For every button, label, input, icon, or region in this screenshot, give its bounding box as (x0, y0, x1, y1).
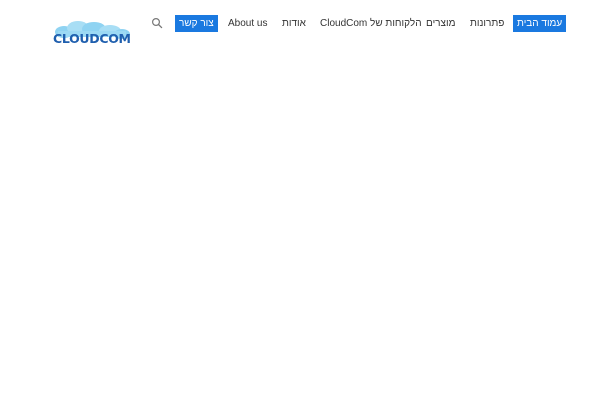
search-icon (151, 17, 163, 29)
nav-about-hebrew[interactable]: אודות (282, 15, 306, 32)
nav-home-button[interactable]: עמוד הבית (513, 15, 567, 32)
nav-solutions[interactable]: פתרונות (470, 15, 504, 32)
nav-contact-button[interactable]: צור קשר (175, 15, 218, 32)
search-button[interactable] (151, 17, 163, 29)
cloudcom-logo[interactable]: CLOUDCOM (52, 21, 132, 49)
logo-text: CLOUDCOM (53, 31, 131, 46)
nav-about-us[interactable]: About us (228, 15, 267, 32)
nav-products[interactable]: מוצרים (426, 15, 455, 32)
page: CLOUDCOM צור קשר About us אודות הלקוחות … (0, 0, 600, 400)
nav-customers[interactable]: הלקוחות של CloudCom (320, 15, 422, 32)
